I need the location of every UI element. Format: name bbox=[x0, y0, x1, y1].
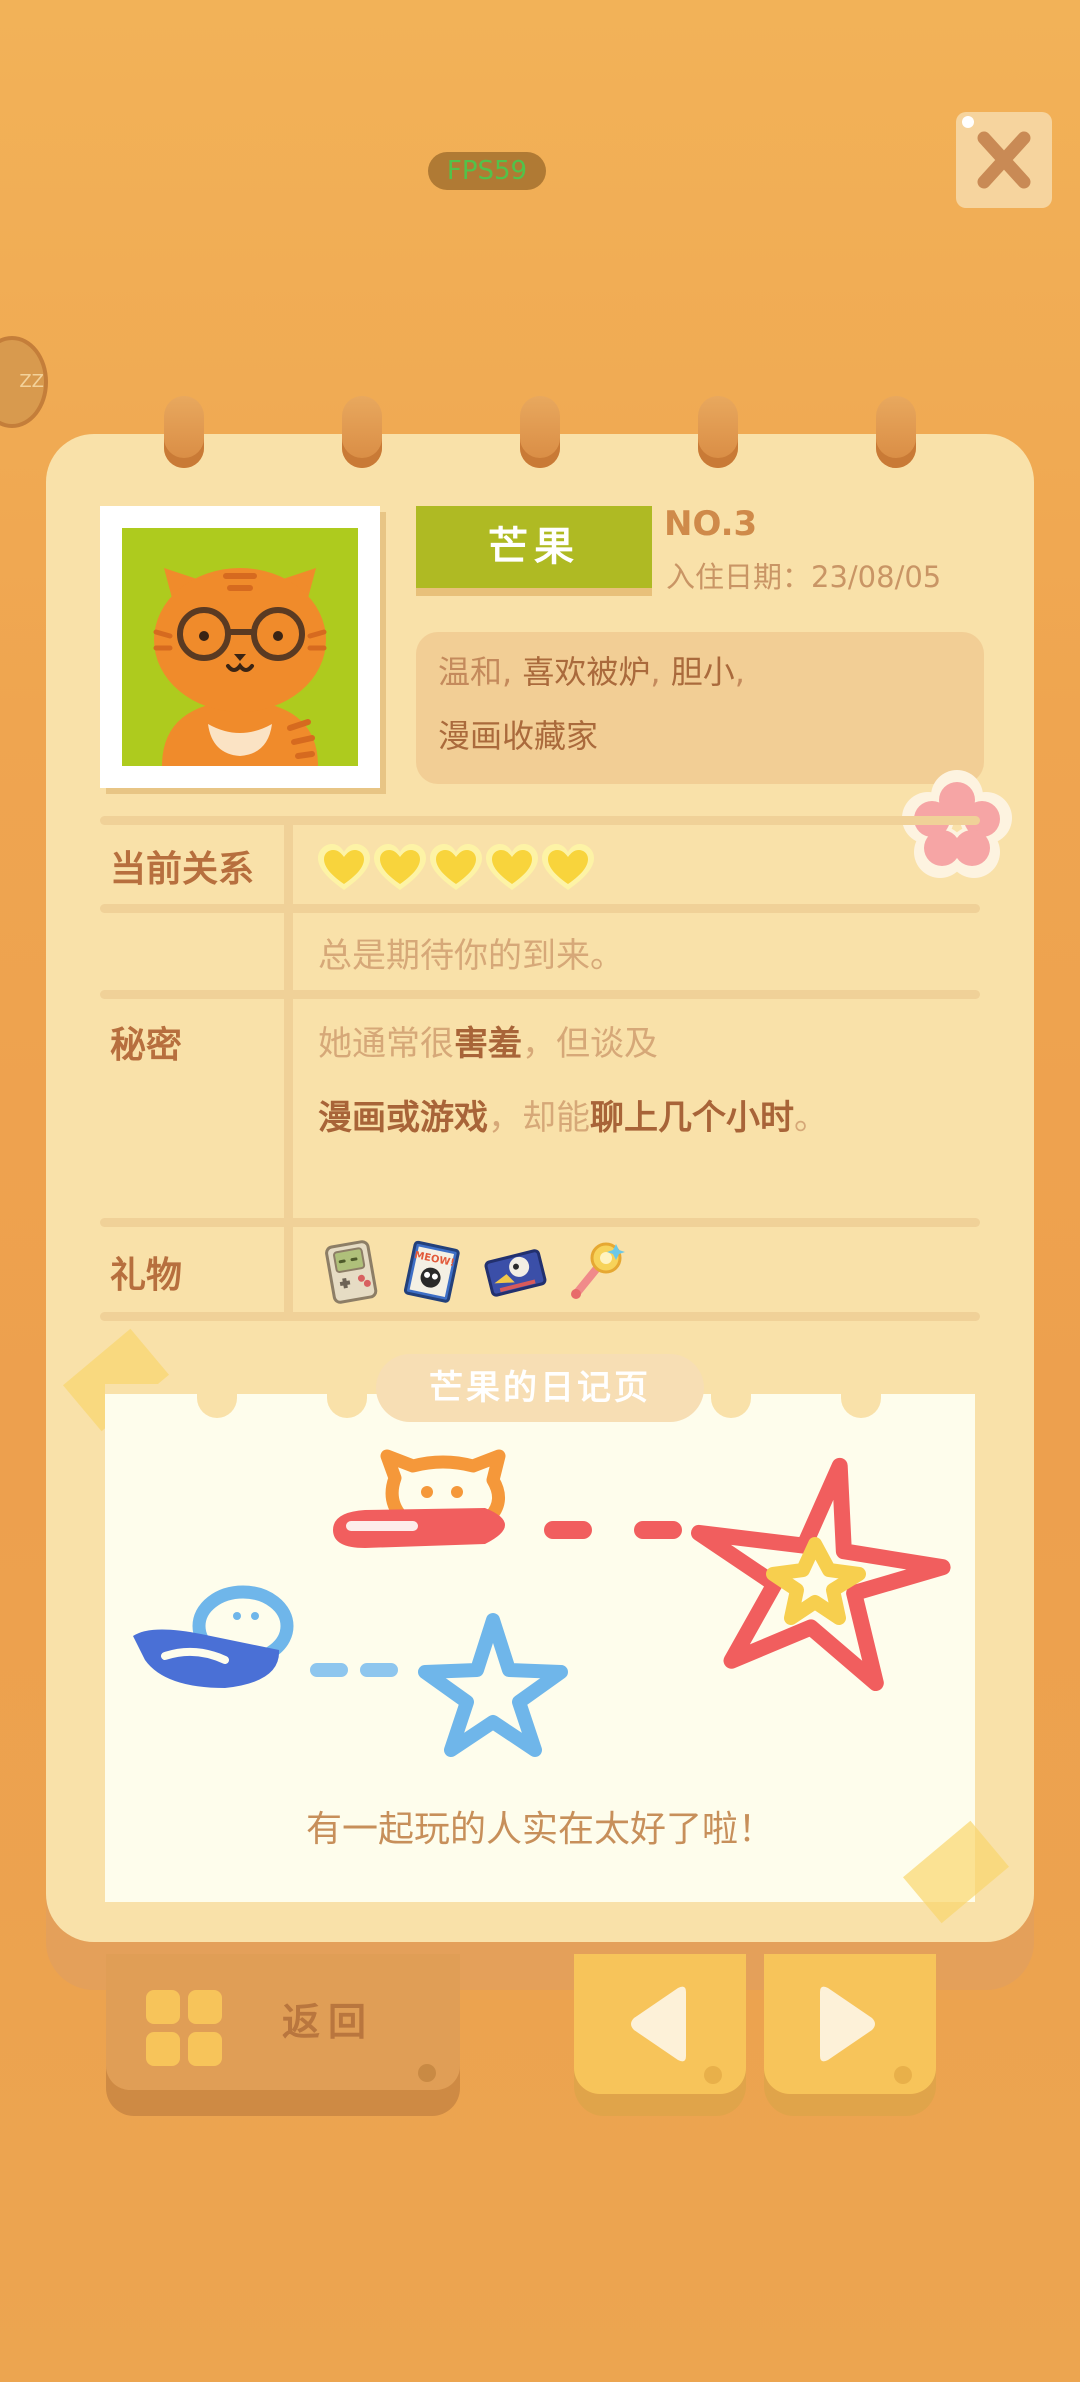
grid-menu-icon bbox=[146, 1990, 222, 2066]
heart-icon bbox=[318, 844, 370, 890]
binder-ring bbox=[342, 396, 382, 468]
divider bbox=[100, 904, 980, 913]
relation-label: 当前关系 bbox=[110, 849, 255, 890]
text-fragment: ，但谈及 bbox=[522, 1024, 658, 1064]
magic-wand-gift-icon[interactable] bbox=[562, 1238, 628, 1304]
highlighted-text: 喜欢被炉 bbox=[522, 653, 651, 691]
close-button[interactable] bbox=[956, 112, 1052, 208]
back-button-label: 返回 bbox=[282, 2000, 375, 2044]
prev-character-button[interactable] bbox=[574, 1954, 746, 2094]
button-dot bbox=[704, 2066, 722, 2084]
text-fragment: ，却能 bbox=[488, 1098, 590, 1138]
button-dot bbox=[418, 2064, 436, 2082]
checkin-date: 入住日期：23/08/05 bbox=[666, 560, 942, 594]
manga-meow-gift-icon[interactable]: MEOW! bbox=[400, 1238, 466, 1304]
tiger-cat-avatar-icon bbox=[122, 528, 358, 766]
divider bbox=[100, 816, 980, 825]
relation-description: 总是期待你的到来。 bbox=[318, 936, 624, 976]
highlighted-text: 胆小 bbox=[670, 653, 735, 691]
traits-box: 温和, 喜欢被炉, 胆小, 漫画收藏家 bbox=[416, 632, 984, 784]
binder-ring bbox=[164, 396, 204, 468]
button-dot bbox=[894, 2066, 912, 2084]
flower-sticker-icon bbox=[902, 770, 1012, 878]
game-console-gift-icon[interactable] bbox=[318, 1238, 384, 1304]
character-name-tag: 芒果 bbox=[416, 506, 652, 588]
game-box-gift-icon[interactable] bbox=[482, 1238, 548, 1304]
divider bbox=[100, 1312, 980, 1321]
heart-icon bbox=[542, 844, 594, 890]
heart-icon bbox=[374, 844, 426, 890]
character-number: NO.3 bbox=[664, 504, 758, 544]
heart-icon bbox=[486, 844, 538, 890]
column-divider bbox=[284, 908, 293, 992]
back-button[interactable]: 返回 bbox=[106, 1954, 460, 2090]
text-fragment: 她通常很 bbox=[318, 1024, 454, 1064]
diary-doodle-icon bbox=[133, 1449, 951, 1757]
binder-ring bbox=[520, 396, 560, 468]
highlighted-text: 漫画收藏家 bbox=[438, 717, 599, 755]
gifts-label: 礼物 bbox=[110, 1255, 183, 1296]
relation-hearts bbox=[318, 844, 594, 890]
secret-line-1: 她通常很害羞，但谈及 bbox=[318, 1016, 658, 1065]
binder-ring bbox=[698, 396, 738, 468]
text-fragment: , bbox=[650, 653, 671, 691]
highlighted-text: 害羞 bbox=[454, 1024, 522, 1064]
close-icon bbox=[977, 131, 1031, 189]
heart-icon bbox=[430, 844, 482, 890]
sleep-badge-label: ZZ bbox=[19, 371, 44, 392]
column-divider bbox=[284, 994, 293, 1222]
highlighted-text: 聊上几个小时 bbox=[590, 1098, 794, 1138]
highlighted-text: 漫画或游戏 bbox=[318, 1098, 488, 1138]
binder-ring bbox=[876, 396, 916, 468]
secret-line-2: 漫画或游戏，却能聊上几个小时。 bbox=[318, 1090, 828, 1139]
notebook-rings bbox=[0, 396, 1080, 470]
fps-counter: FPS59 bbox=[428, 152, 546, 190]
diary-title: 芒果的日记页 bbox=[376, 1354, 704, 1422]
character-portrait bbox=[100, 506, 380, 788]
column-divider bbox=[284, 1222, 293, 1316]
diary-caption: 有一起玩的人实在太好了啦！ bbox=[305, 1809, 774, 1850]
text-fragment: , bbox=[734, 653, 745, 691]
text-fragment: 温和, bbox=[438, 653, 523, 691]
column-divider bbox=[284, 820, 293, 916]
next-character-button[interactable] bbox=[764, 1954, 936, 2094]
secret-label: 秘密 bbox=[110, 1025, 183, 1066]
divider bbox=[100, 1218, 980, 1227]
divider bbox=[100, 990, 980, 999]
text-fragment: 。 bbox=[794, 1098, 828, 1138]
